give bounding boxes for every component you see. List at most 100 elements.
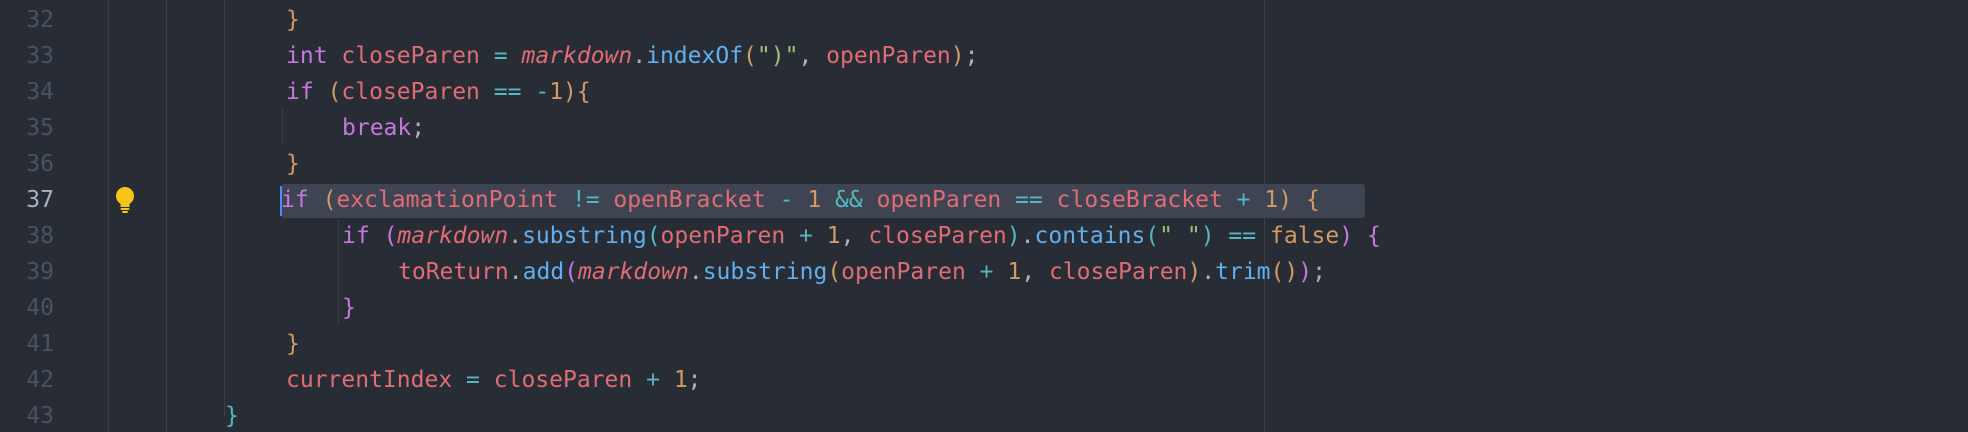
code-token: .	[1020, 223, 1035, 249]
line-number: 37	[26, 187, 54, 213]
code-line[interactable]: }	[286, 2, 300, 38]
code-token: 1	[1007, 259, 1022, 285]
code-token: 1	[826, 223, 841, 249]
code-line[interactable]: if (exclamationPoint != openBracket - 1 …	[281, 182, 1320, 218]
code-token: openParen	[826, 43, 951, 69]
code-token: )	[1200, 223, 1215, 249]
code-token: )	[1284, 259, 1299, 285]
line-number: 33	[26, 43, 54, 69]
code-token: (	[327, 79, 342, 105]
code-line[interactable]: currentIndex = closeParen + 1;	[286, 362, 702, 398]
code-token: (	[743, 43, 757, 69]
indent-guide	[224, 0, 225, 416]
code-token: =	[493, 43, 508, 69]
text-cursor	[280, 186, 282, 216]
lightbulb-icon[interactable]	[114, 186, 136, 214]
code-line[interactable]: }	[286, 146, 300, 182]
code-token: {	[576, 79, 591, 105]
code-token: closeParen	[493, 367, 633, 393]
code-line[interactable]: }	[342, 290, 356, 326]
code-token: openParen	[660, 223, 786, 249]
code-editor[interactable]: 32 33 34 35 36 37 38 39 40 41 42 43 } int closeParen…	[0, 0, 1968, 432]
code-token: trim	[1215, 259, 1271, 285]
code-token: )	[1298, 259, 1313, 285]
code-token: }	[342, 295, 356, 321]
code-token: break	[342, 115, 412, 141]
code-token: if	[342, 223, 370, 249]
code-token: +	[979, 259, 994, 285]
code-token: {	[1366, 223, 1381, 249]
code-token: .	[688, 259, 703, 285]
code-token: )	[950, 43, 965, 69]
code-line[interactable]: if (closeParen == -1){	[286, 74, 591, 110]
indent-guide	[108, 0, 109, 432]
code-token: ,	[1021, 259, 1049, 285]
code-token: openParen	[841, 259, 966, 285]
code-token: .	[508, 259, 523, 285]
code-line[interactable]: int closeParen = markdown.indexOf(")", o…	[286, 38, 979, 74]
line-number: 35	[26, 115, 54, 141]
code-token: ;	[687, 367, 702, 393]
line-number: 39	[26, 259, 54, 285]
code-token: (	[646, 223, 661, 249]
code-token: }	[286, 331, 300, 357]
code-token: 1	[549, 79, 564, 105]
line-number: 41	[26, 331, 54, 357]
code-token: =	[466, 367, 480, 393]
code-token: ")"	[756, 43, 799, 69]
code-token: .	[508, 223, 523, 249]
code-token: {	[1305, 187, 1320, 213]
line-number: 36	[26, 151, 54, 177]
code-token: -	[779, 187, 794, 213]
code-token: .	[632, 43, 647, 69]
code-token: openParen	[876, 187, 1002, 213]
code-token: ==	[1228, 223, 1257, 249]
code-token: !=	[571, 187, 600, 213]
code-token: }	[225, 403, 239, 429]
code-token: ,	[798, 43, 827, 69]
line-number: 38	[26, 223, 54, 249]
code-token: &&	[835, 187, 863, 213]
indent-guide	[338, 220, 339, 324]
code-token: )	[1278, 187, 1293, 213]
code-token: closeParen	[341, 43, 480, 69]
code-token: indexOf	[646, 43, 744, 69]
line-number: 40	[26, 295, 54, 321]
code-line[interactable]: }	[225, 398, 239, 432]
code-token: 1	[673, 367, 688, 393]
code-token: ;	[964, 43, 979, 69]
code-token: markdown	[578, 259, 689, 285]
code-token: ;	[411, 115, 426, 141]
code-line[interactable]: toReturn.add(markdown.substring(openPare…	[398, 254, 1326, 290]
code-token: (	[1270, 259, 1285, 285]
code-token: ,	[840, 223, 869, 249]
code-token: currentIndex	[286, 367, 453, 393]
code-token: ==	[493, 79, 522, 105]
code-line[interactable]: break;	[342, 110, 425, 146]
indent-guide	[282, 108, 283, 144]
code-token: (	[383, 223, 398, 249]
code-line[interactable]: }	[286, 326, 300, 362]
code-token: +	[799, 223, 813, 249]
code-token: closeBracket	[1056, 187, 1223, 213]
code-line[interactable]: if (markdown.substring(openParen + 1, cl…	[342, 218, 1381, 254]
